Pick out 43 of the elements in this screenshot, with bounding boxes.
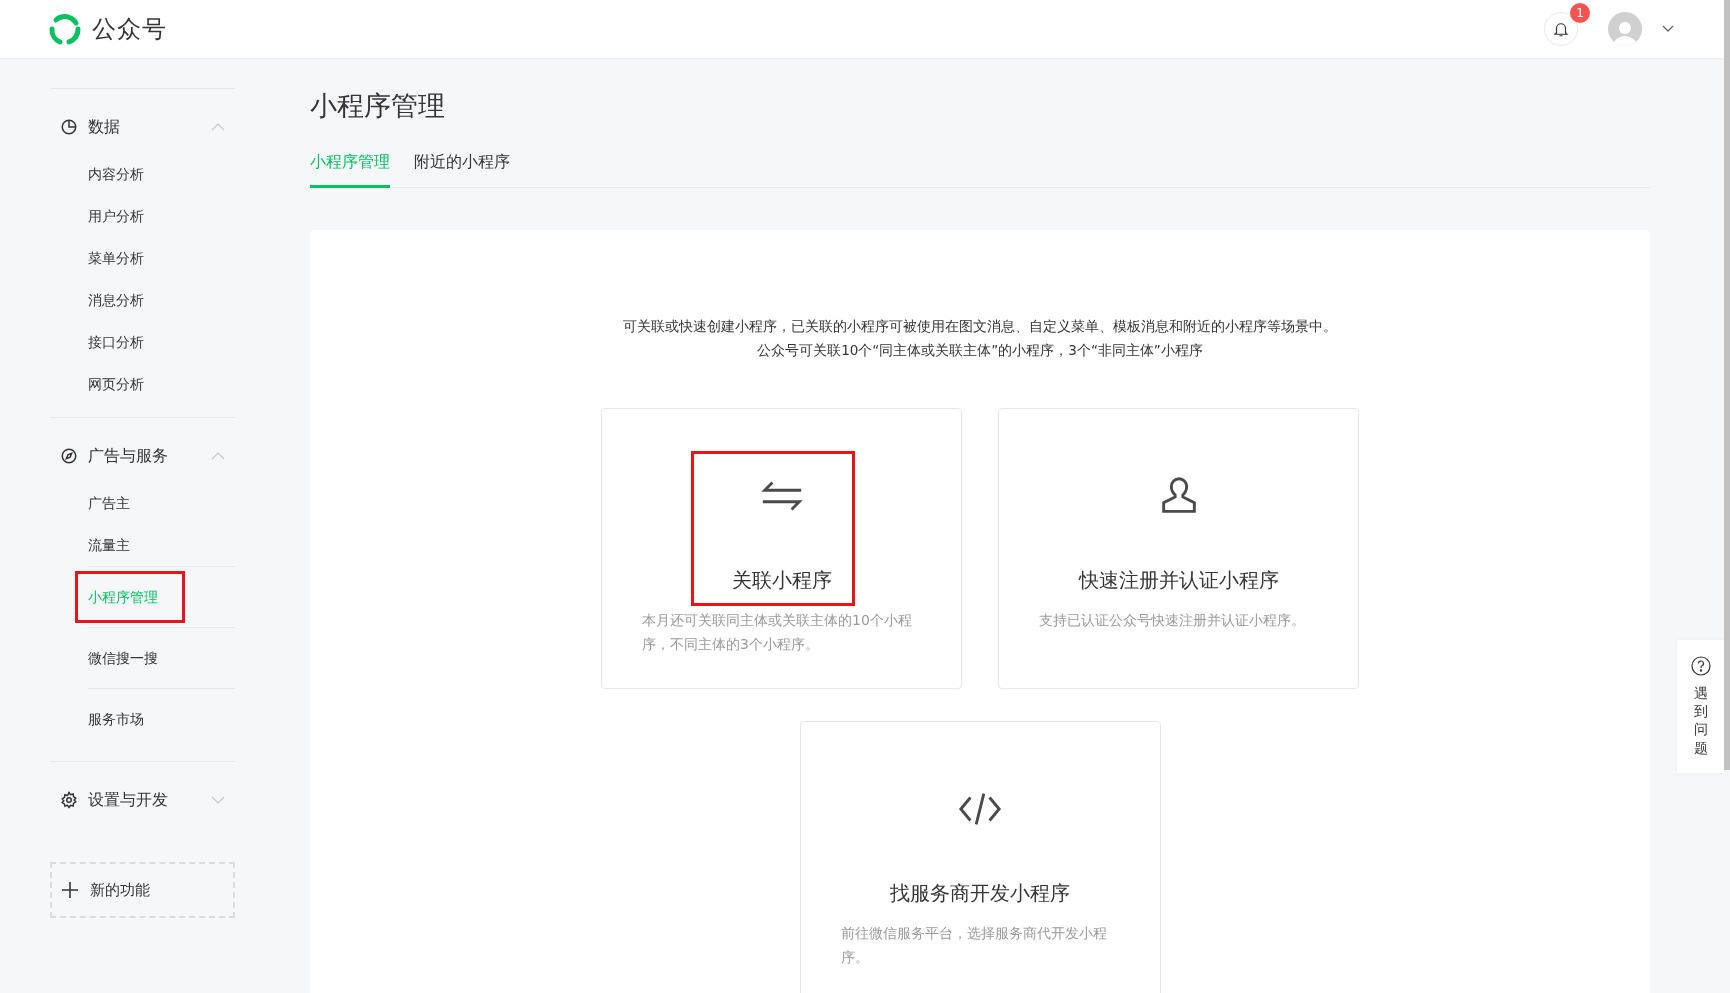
sidebar-group[interactable]: 广告与服务 xyxy=(50,438,235,474)
option-card[interactable]: 快速注册并认证小程序 支持已认证公众号快速注册并认证小程序。 xyxy=(998,408,1359,689)
card-title: 关联小程序 xyxy=(731,567,832,594)
compass-icon xyxy=(60,447,78,465)
chevron-icon xyxy=(211,796,225,804)
chevron-icon xyxy=(211,452,225,460)
help-icon xyxy=(1691,656,1711,676)
card-description: 本月还可关联同主体或关联主体的10个小程序，不同主体的3个小程序。 xyxy=(642,611,913,654)
page-title: 小程序管理 xyxy=(310,89,446,123)
chevron-down-icon[interactable] xyxy=(1662,25,1674,33)
sidebar-item[interactable]: 流量主 xyxy=(88,537,130,555)
sidebar-item[interactable]: 用户分析 xyxy=(88,208,144,226)
sidebar-item[interactable]: 服务市场 xyxy=(88,711,144,729)
option-card[interactable]: 找服务商开发小程序 前往微信服务平台，选择服务商代开发小程序。 xyxy=(799,721,1161,993)
bell-icon xyxy=(1552,20,1570,38)
new-feature-button[interactable]: 新的功能 xyxy=(50,862,235,918)
sidebar-group[interactable]: 数据 xyxy=(50,109,235,145)
card-title: 找服务商开发小程序 xyxy=(890,880,1070,907)
sidebar-item[interactable]: 消息分析 xyxy=(88,292,144,310)
card-description: 前往微信服务平台，选择服务商代开发小程序。 xyxy=(840,924,1108,967)
sidebar-item[interactable]: 菜单分析 xyxy=(88,250,144,268)
sidebar-item[interactable]: 网页分析 xyxy=(88,376,144,394)
intro-text: 公众号可关联10个“同主体或关联主体”的小程序，3个“非同主体”小程序 xyxy=(757,341,1203,360)
sidebar-item[interactable]: 微信搜一搜 xyxy=(88,650,158,668)
notification-button[interactable] xyxy=(1544,12,1578,46)
brand-name: 公众号 xyxy=(92,14,167,45)
option-card[interactable]: 关联小程序 本月还可关联同主体或关联主体的10个小程序，不同主体的3个小程序。 xyxy=(601,408,962,689)
sidebar-item[interactable]: 广告主 xyxy=(88,495,130,513)
chevron-icon xyxy=(211,123,225,131)
pie-chart-icon xyxy=(60,118,78,136)
scrollbar[interactable] xyxy=(1724,0,1730,770)
sidebar-group[interactable]: 设置与开发 xyxy=(50,782,235,818)
logo-icon xyxy=(48,12,82,46)
help-button[interactable]: 遇到问题 xyxy=(1677,640,1725,773)
intro-text: 可关联或快速创建小程序，已关联的小程序可被使用在图文消息、自定义菜单、模板消息和附近的小程序等场景中。 xyxy=(623,317,1337,336)
notification-badge: 1 xyxy=(1570,3,1590,23)
card-description: 支持已认证公众号快速注册并认证小程序。 xyxy=(1039,611,1306,630)
sidebar-item[interactable]: 接口分析 xyxy=(88,334,144,352)
plus-icon xyxy=(62,882,78,898)
card-title: 快速注册并认证小程序 xyxy=(1078,567,1279,594)
tab[interactable]: 附近的小程序 xyxy=(414,152,510,188)
settings-icon xyxy=(60,791,78,809)
sidebar-item[interactable]: 内容分析 xyxy=(88,166,144,184)
